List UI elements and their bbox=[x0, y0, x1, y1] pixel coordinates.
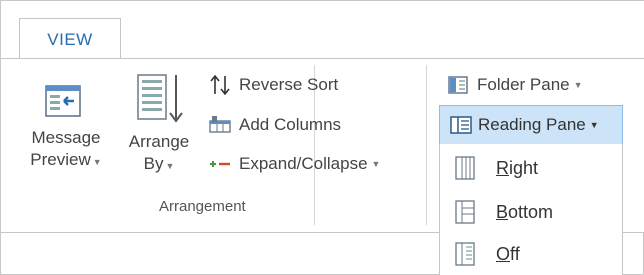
reading-pane-button[interactable]: Reading Pane ▼ bbox=[439, 105, 623, 145]
message-preview-button[interactable]: Message Preview ▼ bbox=[25, 83, 107, 173]
reverse-sort-label: Reverse Sort bbox=[239, 75, 339, 94]
menu-item-right[interactable]: Right bbox=[440, 148, 624, 188]
menu-item-bottom[interactable]: Bottom bbox=[440, 192, 624, 232]
arrange-by-label-2: By ▼ bbox=[143, 154, 175, 173]
add-columns-button[interactable]: Add Columns bbox=[207, 111, 341, 139]
expand-collapse-label: Expand/Collapse bbox=[239, 154, 368, 173]
menu-item-off[interactable]: Off bbox=[440, 234, 624, 274]
reverse-sort-button[interactable]: Reverse Sort bbox=[207, 71, 338, 99]
reading-pane-menu: Right Bottom Off bbox=[439, 144, 623, 275]
reverse-sort-icon bbox=[207, 74, 233, 96]
chevron-down-icon: ▼ bbox=[573, 80, 583, 90]
message-preview-icon bbox=[44, 83, 88, 123]
menu-item-off-label: Off bbox=[496, 243, 520, 264]
arrange-by-button[interactable]: Arrange By ▼ bbox=[121, 71, 197, 177]
arrange-by-label-1: Arrange bbox=[128, 132, 190, 151]
arrangement-group-label: Arrangement bbox=[159, 198, 246, 215]
ribbon-window: VIEW Message Preview ▼ Arrange By ▼ Reve… bbox=[0, 0, 644, 275]
expand-collapse-button[interactable]: Expand/Collapse ▼ bbox=[207, 150, 380, 178]
add-columns-icon bbox=[207, 114, 233, 136]
expand-collapse-icon bbox=[207, 153, 233, 175]
reading-pane-off-icon bbox=[452, 240, 478, 268]
chevron-down-icon: ▼ bbox=[371, 159, 381, 169]
add-columns-label: Add Columns bbox=[239, 115, 342, 134]
reading-pane-label: Reading Pane bbox=[478, 115, 586, 134]
tab-strip: VIEW bbox=[1, 1, 644, 60]
tab-view-label: VIEW bbox=[47, 29, 93, 49]
chevron-down-icon: ▼ bbox=[589, 120, 599, 130]
message-preview-label-2: Preview ▼ bbox=[30, 150, 102, 169]
reading-pane-icon bbox=[448, 114, 474, 136]
menu-item-right-label: Right bbox=[496, 157, 539, 178]
folder-pane-button[interactable]: Folder Pane ▼ bbox=[445, 71, 583, 99]
arrange-by-icon bbox=[134, 71, 184, 127]
folder-pane-icon bbox=[445, 74, 471, 96]
group-separator bbox=[426, 65, 427, 225]
chevron-down-icon: ▼ bbox=[165, 161, 175, 171]
reading-pane-bottom-icon bbox=[452, 198, 478, 226]
reading-pane-right-icon bbox=[452, 154, 478, 182]
chevron-down-icon: ▼ bbox=[92, 157, 102, 167]
menu-item-bottom-label: Bottom bbox=[496, 201, 554, 222]
folder-pane-label: Folder Pane bbox=[477, 75, 570, 94]
tab-view[interactable]: VIEW bbox=[19, 18, 121, 60]
message-preview-label-1: Message bbox=[31, 128, 101, 147]
